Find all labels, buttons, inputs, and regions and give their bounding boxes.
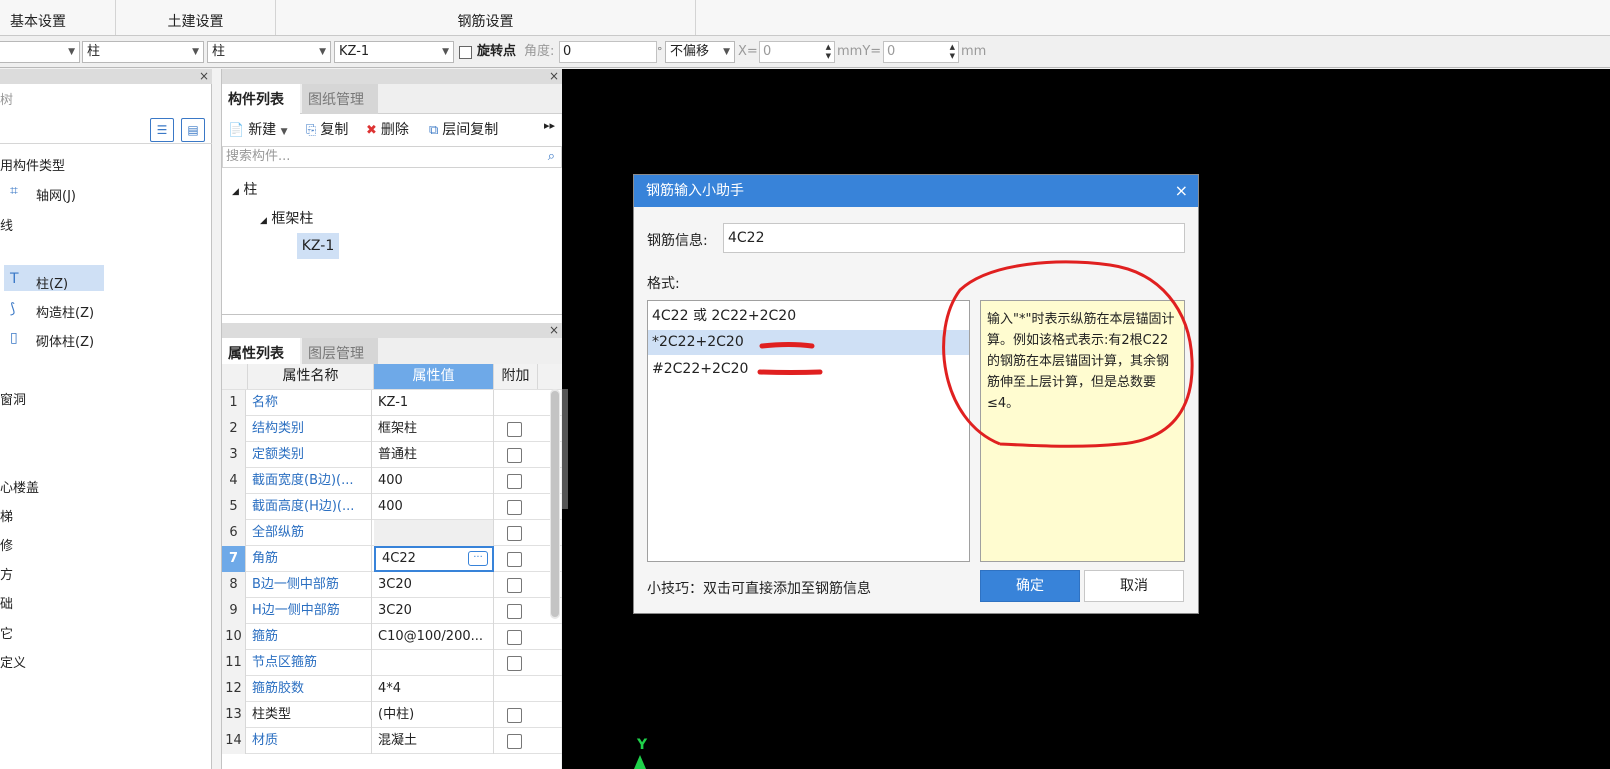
red-annotation-layer [757, 260, 1194, 448]
underline-mark [759, 342, 815, 349]
underline-mark [757, 369, 823, 375]
highlight-circle [942, 260, 1194, 448]
